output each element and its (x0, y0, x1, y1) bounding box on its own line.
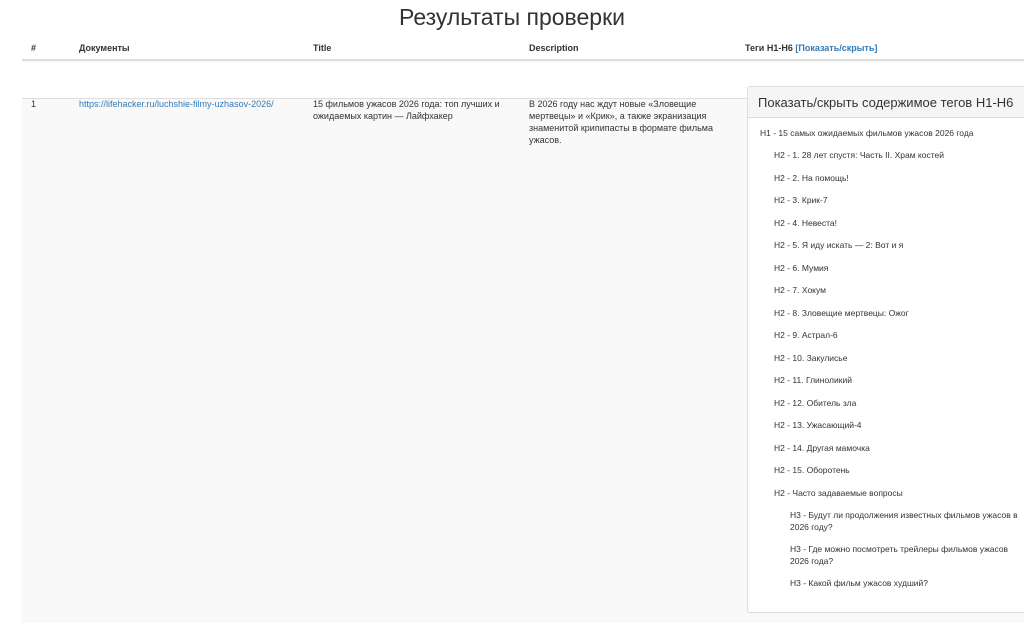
tag-item-h2: H2 - 1. 28 лет спустя: Часть II. Храм ко… (774, 150, 944, 160)
tag-item-h3: H3 - Какой фильм ужасов худший? (790, 578, 929, 588)
tag-item-h2: H2 - 12. Обитель зла (774, 397, 857, 408)
header-tags: Теги H1-H6 [Показать/скрыть] (745, 43, 877, 53)
tag-item-h2: H2 - 5. Я иду искать — 2: Вот и я (774, 240, 904, 250)
tags-list: H1 - 15 самых ожидаемых фильмов ужасов 2… (748, 118, 1024, 589)
header-description: Description (529, 43, 579, 53)
tag-item-h2: H2 - 10. Закулисье (774, 352, 848, 363)
tag-item-h2: H2 - 6. Мумия (774, 262, 829, 273)
header-tags-label: Теги H1-H6 (745, 43, 793, 53)
results-table: # Документы Title Description Теги H1-H6… (22, 35, 1024, 623)
tag-item-h2: H2 - 11. Глиноликий (774, 375, 852, 385)
document-url-link[interactable]: https://lifehacker.ru/luchshie-filmy-uzh… (79, 98, 309, 110)
tags-panel: Показать/скрыть содержимое тегов H1-H6 H… (747, 86, 1024, 613)
tag-item-h2: H2 - 8. Зловещие мертвецы: Ожог (774, 307, 909, 318)
tag-item-h2: H2 - 3. Крик-7 (774, 195, 828, 205)
tag-item-h2: H2 - 7. Хокум (774, 285, 826, 295)
tag-item-h2: H2 - 2. На помощь! (774, 172, 849, 183)
row-number: 1 (31, 99, 37, 109)
header-number: # (31, 43, 37, 53)
tags-panel-toggle[interactable]: Показать/скрыть содержимое тегов H1-H6 (748, 87, 1024, 118)
tag-item-h2: H2 - 14. Другая мамочка (774, 442, 870, 453)
header-title: Title (313, 43, 332, 53)
tag-item-h2: H2 - Часто задаваемые вопросы (774, 487, 903, 498)
row-description: В 2026 году нас ждут новые «Зловещие мер… (529, 99, 713, 145)
tag-item-h2: H2 - 13. Ужасающий-4 (774, 420, 862, 430)
row-title: 15 фильмов ужасов 2026 года: топ лучших … (313, 99, 500, 121)
tag-item-h1: H1 - 15 самых ожидаемых фильмов ужасов 2… (760, 128, 974, 138)
toggle-tags-link[interactable]: [Показать/скрыть] (795, 43, 877, 53)
tag-item-h2: H2 - 9. Астрал-6 (774, 330, 838, 340)
tag-item-h3: H3 - Будут ли продолжения известных филь… (790, 510, 1018, 532)
tag-item-h3: H3 - Где можно посмотреть трейлеры фильм… (790, 544, 1009, 566)
table-header: # Документы Title Description Теги H1-H6… (22, 35, 1024, 61)
page-title: Результаты проверки (398, 4, 625, 30)
tag-item-h2: H2 - 15. Оборотень (774, 465, 850, 475)
tag-item-h2: H2 - 4. Невеста! (774, 217, 838, 228)
header-documents: Документы (79, 43, 130, 53)
